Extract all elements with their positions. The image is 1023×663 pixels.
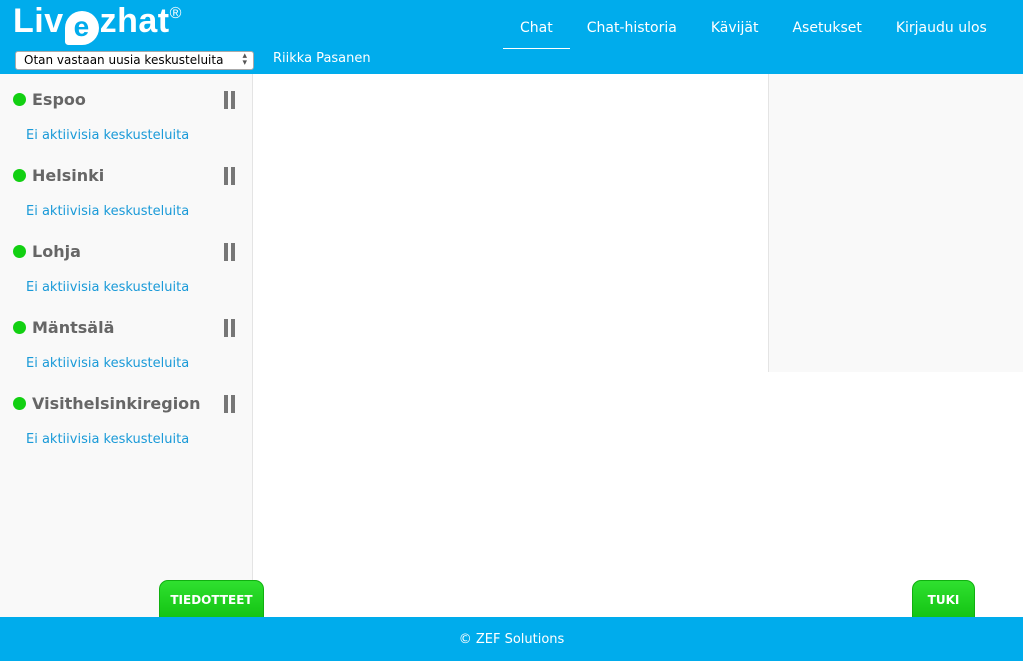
- no-chats-text: Ei aktiivisia keskusteluita: [26, 356, 190, 371]
- support-button[interactable]: TUKI: [912, 580, 975, 618]
- user-name: Riikka Pasanen: [273, 51, 371, 66]
- nav-settings[interactable]: Asetukset: [775, 20, 878, 49]
- news-button[interactable]: TIEDOTTEET: [159, 580, 264, 618]
- queue-name: Mäntsälä: [13, 318, 114, 337]
- pause-icon[interactable]: [224, 167, 236, 185]
- online-status-icon: [13, 169, 26, 182]
- select-arrows-icon: ▴ ▾: [242, 51, 247, 68]
- footer: © ZEF Solutions: [0, 617, 1023, 661]
- queue-group: Espoo Ei aktiivisia keskusteluita: [0, 74, 252, 150]
- no-chats-text: Ei aktiivisia keskusteluita: [26, 128, 190, 143]
- no-chats-text: Ei aktiivisia keskusteluita: [26, 432, 190, 447]
- queue-name: Visithelsinkiregion: [13, 394, 201, 413]
- nav-chat[interactable]: Chat: [503, 20, 570, 49]
- queue-group: Visithelsinkiregion Ei aktiivisia keskus…: [0, 378, 252, 454]
- pause-icon[interactable]: [224, 395, 236, 413]
- pause-icon[interactable]: [224, 319, 236, 337]
- online-status-icon: [13, 93, 26, 106]
- header: Liv e zhat® Otan vastaan uusia keskustelui…: [0, 0, 1023, 74]
- pause-icon[interactable]: [224, 91, 236, 109]
- queue-group: Lohja Ei aktiivisia keskusteluita: [0, 226, 252, 302]
- right-panel: [768, 74, 1023, 372]
- online-status-icon: [13, 321, 26, 334]
- status-select[interactable]: Otan vastaan uusia keskusteluita ▴ ▾: [15, 51, 254, 70]
- online-status-icon: [13, 397, 26, 410]
- queue-group: Helsinki Ei aktiivisia keskusteluita: [0, 150, 252, 226]
- no-chats-text: Ei aktiivisia keskusteluita: [26, 280, 190, 295]
- queue-name: Espoo: [13, 90, 86, 109]
- queue-group: Mäntsälä Ei aktiivisia keskusteluita: [0, 302, 252, 378]
- online-status-icon: [13, 245, 26, 258]
- queue-name: Helsinki: [13, 166, 104, 185]
- nav-logout[interactable]: Kirjaudu ulos: [879, 20, 1004, 49]
- nav-visitors[interactable]: Kävijät: [694, 20, 776, 49]
- sidebar: Espoo Ei aktiivisia keskusteluita Helsink…: [0, 74, 253, 617]
- main-nav: Chat Chat-historia Kävijät Asetukset Kir…: [503, 20, 1004, 49]
- logo: Liv e zhat®: [13, 2, 182, 45]
- nav-chat-history[interactable]: Chat-historia: [570, 20, 694, 49]
- pause-icon[interactable]: [224, 243, 236, 261]
- no-chats-text: Ei aktiivisia keskusteluita: [26, 204, 190, 219]
- queue-name: Lohja: [13, 242, 81, 261]
